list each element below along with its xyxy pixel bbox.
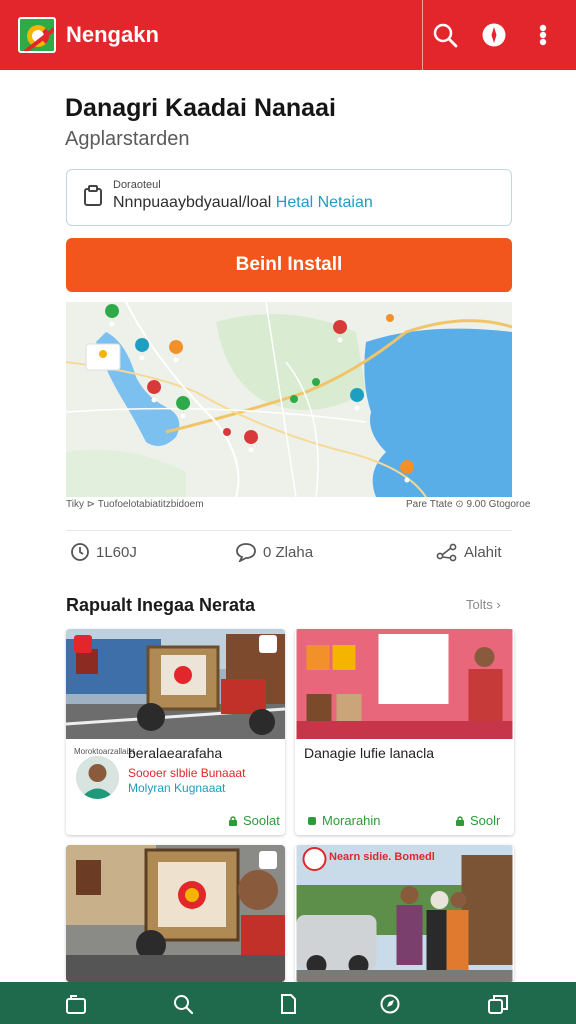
stat-comments-value: 0 Zlaha bbox=[263, 543, 314, 561]
explore-icon[interactable] bbox=[379, 993, 401, 1015]
lock-icon bbox=[456, 815, 464, 826]
share-icon bbox=[436, 543, 457, 562]
card-footer-label: Soolat bbox=[243, 813, 280, 828]
bottom-nav bbox=[0, 982, 576, 1024]
card-footer[interactable]: Soolr bbox=[455, 813, 500, 828]
page-title: Danagri Kaadai Nanaai bbox=[65, 94, 336, 122]
stat-share[interactable]: Alahit bbox=[436, 542, 502, 562]
info-box[interactable]: Doraoteul Nnnpuaaybdyaual/loal Hetal Net… bbox=[66, 169, 512, 226]
card-title: Danagie lufie lanacla bbox=[304, 745, 434, 761]
section-title: Rapualt Inegaa Nerata bbox=[66, 595, 256, 615]
chevron-right-icon: › bbox=[496, 597, 501, 612]
app-title: Nengakn bbox=[66, 22, 159, 47]
info-value-text: Nnnpuaaybdyaual/loal bbox=[113, 194, 272, 211]
map-canvas bbox=[66, 302, 512, 497]
map-poi[interactable] bbox=[290, 395, 298, 403]
map-poi[interactable] bbox=[223, 428, 231, 436]
see-more-link[interactable]: Tolts › bbox=[466, 597, 501, 612]
card-photo bbox=[296, 845, 513, 982]
document-icon[interactable] bbox=[277, 993, 299, 1015]
card-footer[interactable]: Soolat bbox=[228, 813, 280, 828]
lock-icon bbox=[229, 815, 237, 826]
clock-icon bbox=[71, 543, 89, 561]
app-logo-icon[interactable] bbox=[18, 17, 56, 53]
tabs-icon[interactable] bbox=[487, 993, 509, 1015]
feed-card[interactable]: Moroktoarzallaizt beralaearafaha Soooer … bbox=[66, 629, 285, 835]
avatar-image bbox=[76, 756, 119, 799]
stat-comments[interactable]: 0 Zlaha bbox=[235, 542, 313, 562]
map-poi[interactable] bbox=[386, 314, 394, 322]
map-caption-left: Tiky ⊳ Tuofoelotabiatitzbidoem bbox=[66, 499, 204, 510]
info-value: Nnnpuaaybdyaual/loal Hetal Netaian bbox=[113, 194, 373, 212]
stat-time[interactable]: 1L60J bbox=[70, 542, 137, 562]
stat-time-value: 1L60J bbox=[96, 543, 137, 561]
card-photo-caption: Nearn sidie. Bomedl bbox=[329, 851, 435, 863]
search-icon[interactable] bbox=[430, 20, 460, 50]
card-photo bbox=[296, 629, 513, 739]
card-subtitle: Soooer slblie Bunaaat bbox=[128, 766, 246, 780]
clipboard-icon bbox=[84, 185, 102, 206]
toolbar-divider bbox=[422, 0, 423, 70]
card-author[interactable]: Morarahin bbox=[307, 813, 381, 828]
location-icon bbox=[308, 816, 316, 825]
card-title: beralaearafaha bbox=[128, 745, 223, 761]
card-tag: Moroktoarzallaizt bbox=[74, 747, 135, 756]
feed-card[interactable] bbox=[66, 845, 285, 982]
install-button[interactable]: Beinl Install bbox=[66, 238, 512, 292]
stat-share-value: Alahit bbox=[464, 543, 502, 561]
avatar[interactable] bbox=[76, 756, 119, 799]
map-info-marker bbox=[99, 350, 107, 358]
comment-icon bbox=[236, 543, 256, 562]
see-more-label: Tolts bbox=[466, 597, 493, 612]
card-subtitle-2: Molyran Kugnaaat bbox=[128, 781, 226, 795]
info-icon[interactable] bbox=[479, 20, 509, 50]
feed-card[interactable]: Nearn sidie. Bomedl bbox=[295, 845, 514, 982]
page-subtitle: Agplarstarden bbox=[65, 128, 190, 150]
card-photo bbox=[66, 629, 285, 739]
more-vert-icon[interactable] bbox=[528, 20, 558, 50]
feed-card[interactable]: Danagie lufie lanacla Morarahin Soolr bbox=[295, 629, 514, 835]
card-footer-label: Soolr bbox=[470, 813, 501, 828]
search-icon[interactable] bbox=[172, 993, 194, 1015]
map-caption-right: Pare Ttate ⊙ 9.00 Gtogoroe bbox=[406, 499, 531, 510]
card-author-label: Morarahin bbox=[322, 813, 381, 828]
divider bbox=[66, 530, 512, 531]
map-view[interactable] bbox=[66, 302, 512, 497]
water-area bbox=[364, 328, 512, 497]
home-icon[interactable] bbox=[65, 993, 87, 1015]
map-poi[interactable] bbox=[312, 378, 320, 386]
card-photo bbox=[66, 845, 285, 982]
info-label: Doraoteul bbox=[113, 179, 161, 191]
info-highlight: Hetal Netaian bbox=[275, 194, 373, 211]
app-bar: Nengakn bbox=[0, 0, 576, 70]
